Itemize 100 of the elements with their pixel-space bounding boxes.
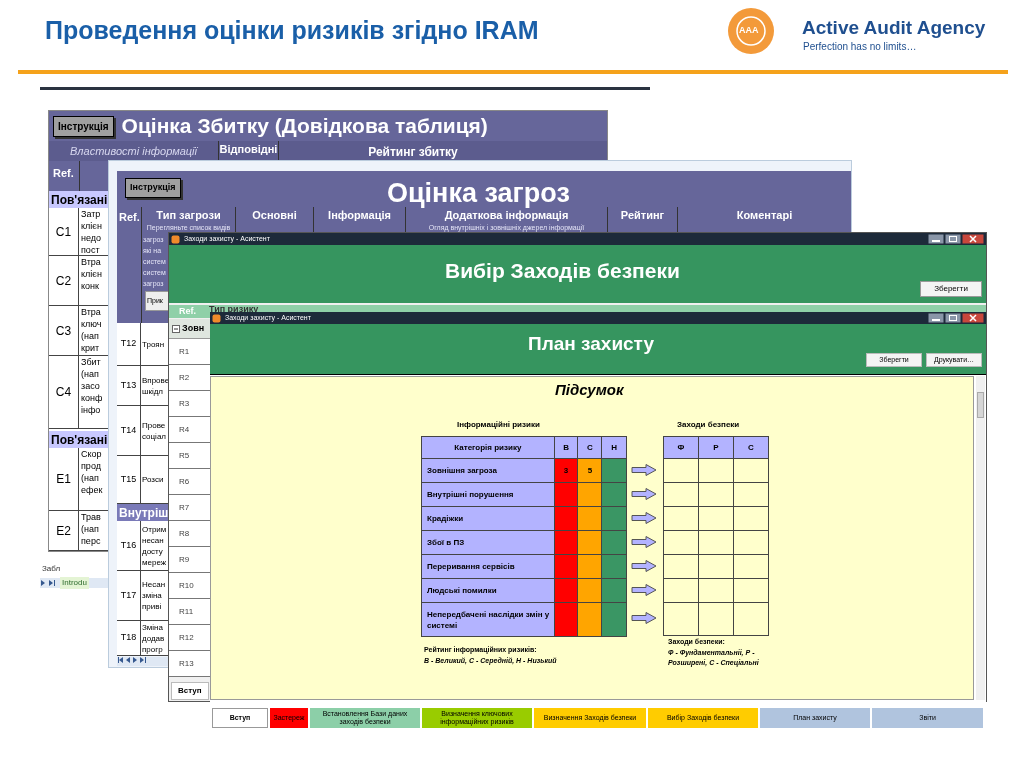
row-ref: C4 — [49, 356, 79, 429]
column-header: Рейтинг — [619, 208, 666, 223]
empty-cell — [734, 531, 769, 555]
row-ref: R11 — [169, 599, 211, 625]
rating-cell: 5 — [578, 459, 603, 483]
app-icon — [212, 313, 221, 323]
minimize-icon — [928, 313, 944, 323]
empty-cell — [699, 555, 734, 579]
row-ref: R4 — [169, 417, 211, 443]
arrow-icon — [631, 612, 657, 624]
window-heading: План захисту — [528, 332, 654, 356]
row-ref: R1 — [169, 339, 211, 365]
instructions-button[interactable]: Інструкція — [125, 178, 181, 198]
row-ref: R9 — [169, 547, 211, 573]
empty-cell — [663, 603, 699, 636]
risk-category: Зовнішня загроза — [422, 459, 555, 483]
row-ref: R6 — [169, 469, 211, 495]
maximize-icon — [945, 234, 961, 244]
row-description: Впрове шкідл — [141, 366, 169, 406]
scrollbar[interactable] — [976, 376, 985, 700]
empty-cell — [663, 555, 699, 579]
row-ref: C1 — [49, 208, 79, 256]
sheet-nav-icon — [117, 657, 147, 663]
section-title: Інформаційні ризики — [457, 419, 540, 431]
section-title: Заходи безпеки — [677, 419, 740, 431]
sheet-tab[interactable]: Introdu — [60, 577, 89, 589]
row-ref: R3 — [169, 391, 211, 417]
row-description: Несан зміна приві — [141, 571, 169, 621]
arrow-icon — [631, 464, 657, 476]
window-heading: Вибір Заходів безпеки — [445, 258, 680, 284]
column-header: Категорія ризику — [422, 437, 555, 459]
row-ref: C2 — [49, 256, 79, 306]
save-button[interactable]: Зберегти — [920, 281, 982, 297]
scrollbar-thumb[interactable] — [977, 392, 984, 418]
slide-title: Проведення оцінки ризиків згідно IRAM — [45, 15, 539, 46]
row-description: Отрим несан досту мереж — [141, 521, 169, 571]
row-ref: T18 — [117, 621, 141, 656]
row-ref: R8 — [169, 521, 211, 547]
row-ref: R2 — [169, 365, 211, 391]
row-ref: R5 — [169, 443, 211, 469]
tab[interactable]: Вступ — [171, 682, 209, 700]
brand-tagline: Perfection has no limits… — [803, 40, 917, 54]
instructions-button[interactable]: Інструкція — [53, 115, 114, 137]
minimize-icon — [928, 234, 944, 244]
empty-cell — [734, 603, 769, 636]
risk-category: Непередбачені наслідки змін у системі — [422, 603, 555, 636]
row-description: Троян — [141, 323, 169, 366]
arrow-icon — [631, 560, 657, 572]
row-ref: E2 — [49, 511, 79, 551]
column-header: Тип загрози — [155, 208, 222, 223]
close-icon — [962, 313, 984, 323]
column-header: Р — [699, 437, 734, 459]
row-description: Зміна додав прогр — [141, 621, 169, 656]
close-icon — [962, 234, 984, 244]
column-header: Рейтинг збитку — [367, 144, 459, 161]
row-ref: E1 — [49, 448, 79, 511]
empty-cell — [699, 531, 734, 555]
row-ref: R13 — [169, 651, 211, 677]
row-ref: T17 — [117, 571, 141, 621]
row-ref: C3 — [49, 306, 79, 356]
column-header: Ref. — [119, 210, 140, 225]
sheet-nav-icon — [40, 580, 56, 586]
empty-cell — [663, 531, 699, 555]
empty-cell — [734, 507, 769, 531]
row-ref: T14 — [117, 406, 141, 456]
row-ref: T16 — [117, 521, 141, 571]
sheet-footer-text: Забл — [42, 564, 61, 574]
arrow-icon — [631, 584, 657, 596]
column-header: С — [734, 437, 769, 459]
empty-cell — [699, 507, 734, 531]
risk-category: Збої в ПЗ — [422, 531, 555, 555]
risk-category: Крадіжки — [422, 507, 555, 531]
empty-cell — [734, 459, 769, 483]
column-header: Коментарі — [735, 208, 794, 223]
column-header: Н — [602, 437, 626, 459]
summary-title: Підсумок — [555, 380, 624, 400]
empty-cell — [663, 579, 699, 603]
row-ref: T15 — [117, 456, 141, 504]
row-ref: T13 — [117, 366, 141, 406]
row-ref: R10 — [169, 573, 211, 599]
empty-cell — [734, 555, 769, 579]
logo-mark: AAA — [739, 24, 759, 37]
group-label: Внутріш — [117, 504, 169, 521]
row-ref: R12 — [169, 625, 211, 651]
empty-cell — [699, 459, 734, 483]
group-label: Зовн — [182, 321, 205, 335]
row-description: Прове соціал — [141, 406, 169, 456]
empty-cell — [699, 603, 734, 636]
column-header: Ref. — [179, 305, 196, 318]
sheet-title: Оцінка загроз — [387, 177, 570, 210]
rating-cell: 3 — [554, 459, 579, 483]
empty-cell — [734, 579, 769, 603]
column-header: Ref. — [49, 161, 79, 191]
arrow-icon — [631, 488, 657, 500]
column-header: Ф — [663, 437, 699, 459]
column-header: Основні — [251, 208, 298, 223]
column-header: Додаткова інформація — [443, 208, 570, 223]
group-label: Пов'язані — [49, 191, 109, 208]
empty-cell — [663, 507, 699, 531]
risk-category: Людські помилки — [422, 579, 555, 603]
